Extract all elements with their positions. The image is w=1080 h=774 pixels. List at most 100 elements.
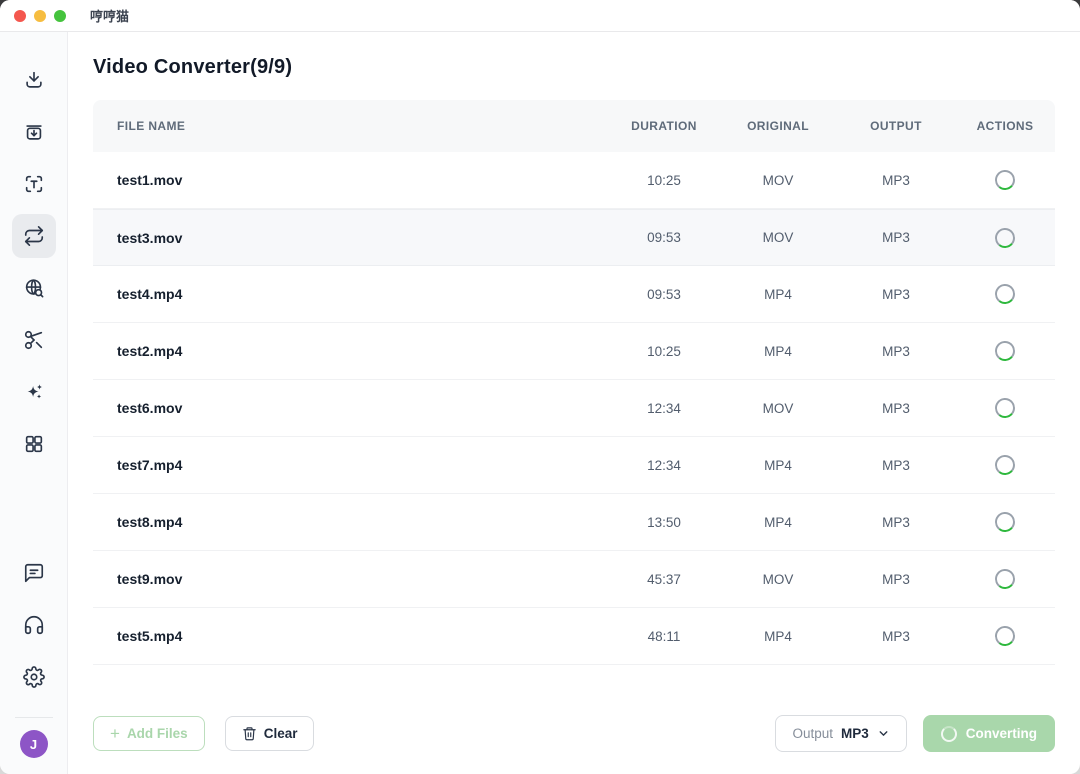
column-header-original: ORIGINAL — [719, 119, 837, 133]
table-row[interactable]: test1.mov10:25MOVMP3 — [93, 152, 1055, 209]
table-row[interactable]: test4.mp409:53MP4MP3 — [93, 266, 1055, 323]
sidebar-item-apps[interactable] — [12, 422, 56, 466]
output-value: MP3 — [841, 726, 869, 741]
scissors-icon — [23, 329, 45, 351]
text-capture-icon — [23, 173, 45, 195]
chat-feedback-icon — [23, 562, 45, 584]
sidebar: J — [0, 32, 68, 774]
duration: 09:53 — [609, 230, 719, 245]
sidebar-item-ai-tools[interactable] — [12, 370, 56, 414]
file-table-body: test1.mov10:25MOVMP3test3.mov09:53MOVMP3… — [93, 152, 1055, 665]
sidebar-item-feedback[interactable] — [12, 551, 56, 595]
sidebar-item-trim[interactable] — [12, 318, 56, 362]
traffic-lights — [14, 10, 66, 22]
actions-cell — [955, 626, 1055, 646]
converting-spinner — [994, 340, 1016, 362]
original-format: MP4 — [719, 515, 837, 530]
file-name: test2.mp4 — [93, 343, 609, 359]
original-format: MOV — [719, 173, 837, 188]
table-row[interactable]: test8.mp413:50MP4MP3 — [93, 494, 1055, 551]
actions-cell — [955, 455, 1055, 475]
sidebar-item-converter[interactable] — [12, 214, 56, 258]
footer-bar: + Add Files Clear Output MP3 — [93, 715, 1055, 752]
output-format: MP3 — [837, 515, 955, 530]
trash-icon — [242, 726, 257, 741]
duration: 13:50 — [609, 515, 719, 530]
output-label: Output — [792, 726, 833, 741]
sidebar-item-settings[interactable] — [12, 655, 56, 699]
converting-button-spinner — [941, 726, 957, 742]
converting-spinner — [994, 283, 1016, 305]
avatar[interactable]: J — [20, 730, 48, 758]
output-format-dropdown[interactable]: Output MP3 — [775, 715, 906, 752]
web-search-icon — [23, 277, 45, 299]
close-button[interactable] — [14, 10, 26, 22]
output-format: MP3 — [837, 401, 955, 416]
convert-repeat-icon — [23, 225, 45, 247]
file-name: test8.mp4 — [93, 514, 609, 530]
duration: 10:25 — [609, 344, 719, 359]
duration: 48:11 — [609, 629, 719, 644]
sidebar-item-support[interactable] — [12, 603, 56, 647]
sidebar-item-web-search[interactable] — [12, 266, 56, 310]
converting-spinner — [994, 227, 1016, 249]
duration: 10:25 — [609, 173, 719, 188]
original-format: MOV — [719, 230, 837, 245]
sidebar-divider — [15, 717, 53, 718]
grid-apps-icon — [23, 433, 45, 455]
actions-cell — [955, 341, 1055, 361]
converting-spinner — [994, 454, 1016, 476]
download-icon — [23, 69, 45, 91]
output-format: MP3 — [837, 344, 955, 359]
clear-button[interactable]: Clear — [225, 716, 315, 751]
sparkles-icon — [23, 381, 45, 403]
table-row[interactable]: test9.mov45:37MOVMP3 — [93, 551, 1055, 608]
table-row[interactable]: test6.mov12:34MOVMP3 — [93, 380, 1055, 437]
original-format: MP4 — [719, 458, 837, 473]
minimize-button[interactable] — [34, 10, 46, 22]
actions-cell — [955, 284, 1055, 304]
original-format: MP4 — [719, 629, 837, 644]
actions-cell — [955, 228, 1055, 248]
app-window: 哼哼猫 — [0, 0, 1080, 774]
output-format: MP3 — [837, 458, 955, 473]
file-name: test4.mp4 — [93, 286, 609, 302]
duration: 12:34 — [609, 401, 719, 416]
converting-spinner — [994, 169, 1016, 191]
headset-icon — [23, 614, 45, 636]
table-row[interactable]: test2.mp410:25MP4MP3 — [93, 323, 1055, 380]
sidebar-item-archive-download[interactable] — [12, 110, 56, 154]
titlebar: 哼哼猫 — [0, 0, 1080, 32]
window-title: 哼哼猫 — [90, 6, 129, 25]
add-files-button[interactable]: + Add Files — [93, 716, 205, 751]
converting-spinner — [994, 511, 1016, 533]
column-header-file-name: FILE NAME — [93, 119, 609, 133]
column-header-actions: ACTIONS — [955, 119, 1055, 133]
table-row[interactable]: test5.mp448:11MP4MP3 — [93, 608, 1055, 665]
actions-cell — [955, 569, 1055, 589]
file-name: test6.mov — [93, 400, 609, 416]
actions-cell — [955, 170, 1055, 190]
converting-spinner — [994, 625, 1016, 647]
chevron-down-icon — [877, 727, 890, 740]
column-header-output: OUTPUT — [837, 119, 955, 133]
converting-spinner — [994, 397, 1016, 419]
file-name: test3.mov — [93, 230, 609, 246]
file-name: test5.mp4 — [93, 628, 609, 644]
main-panel: Video Converter(9/9) FILE NAMEDURATIONOR… — [68, 32, 1080, 774]
settings-gear-icon — [23, 666, 45, 688]
archive-download-icon — [23, 121, 45, 143]
file-name: test9.mov — [93, 571, 609, 587]
zoom-button[interactable] — [54, 10, 66, 22]
table-row[interactable]: test3.mov09:53MOVMP3 — [93, 209, 1055, 266]
file-name: test1.mov — [93, 172, 609, 188]
sidebar-item-download[interactable] — [12, 58, 56, 102]
sidebar-item-text-capture[interactable] — [12, 162, 56, 206]
converting-button[interactable]: Converting — [923, 715, 1055, 752]
output-format: MP3 — [837, 629, 955, 644]
table-header: FILE NAMEDURATIONORIGINALOUTPUTACTIONS — [93, 100, 1055, 152]
output-format: MP3 — [837, 572, 955, 587]
table-row[interactable]: test7.mp412:34MP4MP3 — [93, 437, 1055, 494]
plus-icon: + — [110, 725, 120, 742]
duration: 12:34 — [609, 458, 719, 473]
